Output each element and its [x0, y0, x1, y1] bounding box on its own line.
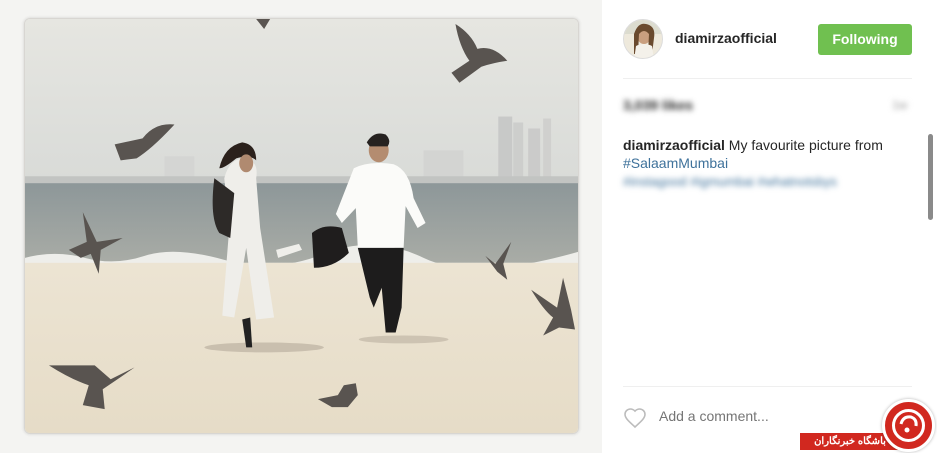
post-caption: diamirzaofficial My favourite picture fr… [623, 136, 913, 172]
watermark: باشگاه خبرنگاران [800, 396, 937, 453]
blurred-hashtags[interactable]: #instagood #igmumbai #whatnotsbys [623, 174, 837, 189]
post-photo[interactable] [24, 18, 579, 434]
avatar[interactable] [623, 19, 663, 59]
avatar-image [624, 20, 662, 58]
comment-divider [623, 386, 912, 387]
caption-username[interactable]: diamirzaofficial [623, 137, 725, 153]
heart-outline-icon[interactable] [623, 406, 647, 430]
post-side-panel: diamirzaofficial Following 3,039 likes 1… [602, 0, 937, 453]
comments-scrollbar[interactable] [928, 134, 933, 220]
club-logo-icon [882, 399, 935, 452]
post-header: diamirzaofficial Following [602, 0, 937, 78]
header-divider [623, 78, 912, 79]
photo-panel [0, 0, 602, 453]
photo-image [25, 19, 578, 433]
caption-text: My favourite picture from [724, 137, 883, 153]
likes-count[interactable]: 3,039 likes [623, 97, 693, 113]
post-time[interactable]: 1w [892, 98, 907, 112]
following-button[interactable]: Following [818, 24, 912, 55]
caption-hashtag[interactable]: #SalaamMumbai [623, 155, 728, 171]
post-username[interactable]: diamirzaofficial [675, 30, 777, 46]
